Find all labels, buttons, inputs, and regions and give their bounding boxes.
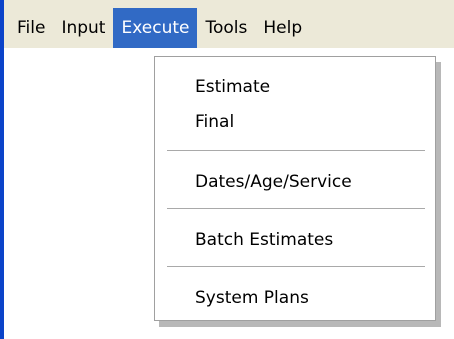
menu-item-system-plans[interactable]: System Plans bbox=[195, 288, 309, 308]
menu-separator bbox=[167, 266, 425, 268]
menu-input[interactable]: Input bbox=[53, 8, 113, 48]
menu-file[interactable]: File bbox=[9, 8, 53, 48]
menu-item-batch-estimates[interactable]: Batch Estimates bbox=[195, 230, 333, 250]
execute-dropdown-menu: Estimate Final Dates/Age/Service Batch E… bbox=[154, 56, 436, 321]
menu-separator bbox=[167, 150, 425, 152]
menubar: File Input Execute Tools Help bbox=[4, 8, 454, 48]
menu-execute[interactable]: Execute bbox=[113, 8, 198, 48]
menu-help[interactable]: Help bbox=[255, 8, 310, 48]
menu-tools[interactable]: Tools bbox=[197, 8, 255, 48]
menu-item-final[interactable]: Final bbox=[195, 112, 234, 132]
window-top-strip bbox=[4, 0, 454, 8]
menu-item-dates-age-service[interactable]: Dates/Age/Service bbox=[195, 172, 352, 192]
menu-separator bbox=[167, 208, 425, 210]
menu-item-estimate[interactable]: Estimate bbox=[195, 77, 270, 97]
